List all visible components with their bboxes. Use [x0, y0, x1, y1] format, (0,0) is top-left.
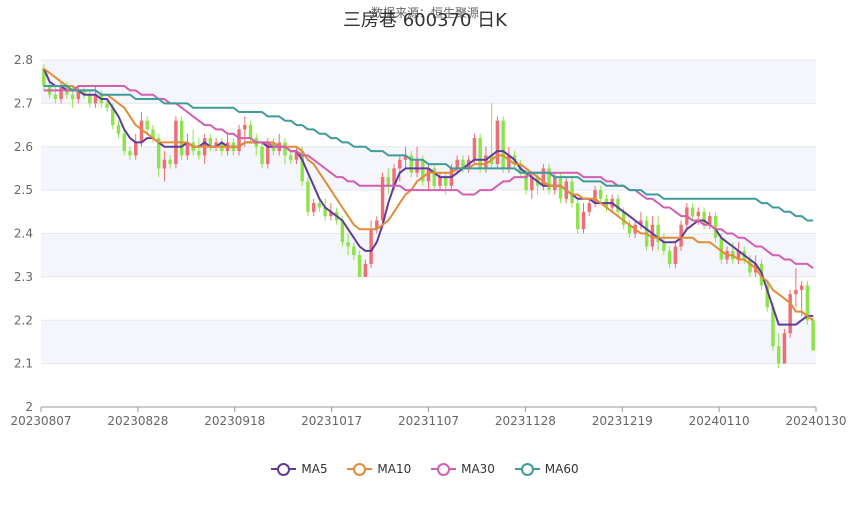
candle-down — [283, 142, 287, 156]
legend-marker-ma30 — [431, 462, 457, 476]
candle-down — [197, 151, 201, 156]
legend-label-ma10: MA10 — [377, 462, 412, 476]
candle-down — [719, 237, 723, 260]
x-tick-label: 20230807 — [10, 414, 71, 428]
candle-up — [380, 177, 385, 221]
x-tick-label: 20231128 — [495, 414, 556, 428]
candle-up — [581, 211, 586, 230]
x-tick-label: 20230828 — [107, 414, 168, 428]
legend-item-ma5[interactable]: MA5 — [271, 462, 328, 476]
candle-down — [386, 177, 391, 186]
candle-down — [357, 255, 362, 277]
x-tick-label: 20230918 — [204, 414, 265, 428]
candle-up — [673, 246, 678, 264]
y-tick-label: 2 — [25, 400, 33, 414]
candle-up — [311, 203, 316, 212]
grid-band — [41, 320, 816, 364]
line-ma10 — [43, 67, 814, 321]
legend-marker-ma10 — [347, 462, 373, 476]
y-tick-label: 2.6 — [14, 140, 33, 154]
x-tick-label: 20231219 — [592, 414, 653, 428]
y-tick-label: 2.2 — [14, 313, 33, 327]
candle-down — [179, 120, 184, 156]
candle-down — [306, 181, 310, 212]
y-tick-label: 2.4 — [14, 227, 33, 241]
x-tick-label: 20231107 — [398, 414, 459, 428]
candle-up — [794, 289, 798, 295]
candle-down — [168, 159, 172, 165]
candle-up — [696, 211, 701, 217]
candle-down — [599, 190, 603, 199]
legend-item-ma30[interactable]: MA30 — [431, 462, 495, 476]
candle-down — [105, 103, 109, 108]
chart-legend[interactable]: MA5 MA10 MA30 MA60 — [0, 462, 850, 479]
candle-up — [553, 177, 557, 191]
candle-up — [455, 159, 459, 169]
candle-down — [248, 125, 253, 139]
candle-down — [128, 151, 132, 156]
candle-up — [398, 159, 402, 169]
legend-marker-ma5 — [271, 462, 297, 476]
candle-up — [788, 294, 792, 334]
candle-down — [352, 246, 356, 256]
line-ma5 — [42, 68, 814, 326]
candle-up — [243, 125, 247, 130]
candle-down — [570, 181, 574, 204]
candle-down — [317, 203, 322, 208]
candle-down — [116, 125, 121, 134]
candle-down — [53, 94, 58, 100]
legend-label-ma60: MA60 — [544, 462, 579, 476]
y-tick-label: 2.3 — [14, 270, 33, 284]
grid-band — [41, 233, 816, 277]
x-tick-label: 20240130 — [785, 414, 846, 428]
candle-down — [690, 207, 695, 217]
legend-item-ma10[interactable]: MA10 — [347, 462, 411, 476]
candle-up — [587, 203, 591, 212]
candle-down — [662, 242, 666, 251]
candle-up — [782, 333, 787, 364]
legend-marker-ma60 — [514, 462, 540, 476]
candle-up — [162, 159, 167, 169]
candlestick-chart: 2 2.1 2.2 2.3 2.4 2.5 2.6 2.7 2.8 20230807 2023082… — [10, 53, 846, 428]
legend-item-ma60[interactable]: MA60 — [514, 462, 579, 476]
candle-up — [415, 159, 419, 173]
candle-up — [484, 155, 488, 169]
candle-up — [134, 142, 138, 156]
candle-down — [811, 320, 815, 351]
candle-down — [501, 120, 505, 169]
candle-down — [260, 146, 264, 165]
candle-up — [495, 120, 500, 165]
candle-down — [616, 198, 620, 212]
candle-down — [667, 250, 672, 264]
candle-down — [713, 216, 718, 238]
candle-up — [369, 229, 373, 264]
y-tick-label: 2.5 — [14, 183, 33, 197]
candle-up — [237, 129, 241, 152]
candle-down — [122, 133, 126, 152]
candle-down — [145, 120, 149, 130]
candle-down — [547, 168, 551, 191]
candle-up — [472, 138, 477, 160]
candle-up — [799, 285, 804, 290]
x-tick-label: 20240110 — [689, 414, 750, 428]
candle-down — [346, 242, 350, 247]
y-tick-label: 2.8 — [14, 53, 33, 67]
candle-down — [444, 177, 448, 186]
candle-down — [289, 155, 293, 160]
candle-down — [776, 346, 781, 364]
candle-up — [438, 177, 442, 186]
candle-up — [139, 120, 144, 143]
legend-label-ma30: MA30 — [461, 462, 495, 476]
y-tick-label: 2.7 — [14, 96, 33, 110]
candle-down — [70, 94, 75, 100]
candle-up — [363, 263, 368, 277]
y-tick-label: 2.1 — [14, 357, 33, 371]
candle-down — [576, 203, 580, 230]
legend-label-ma5: MA5 — [301, 462, 328, 476]
x-tick-label: 20231017 — [301, 414, 362, 428]
candle-down — [88, 94, 92, 104]
